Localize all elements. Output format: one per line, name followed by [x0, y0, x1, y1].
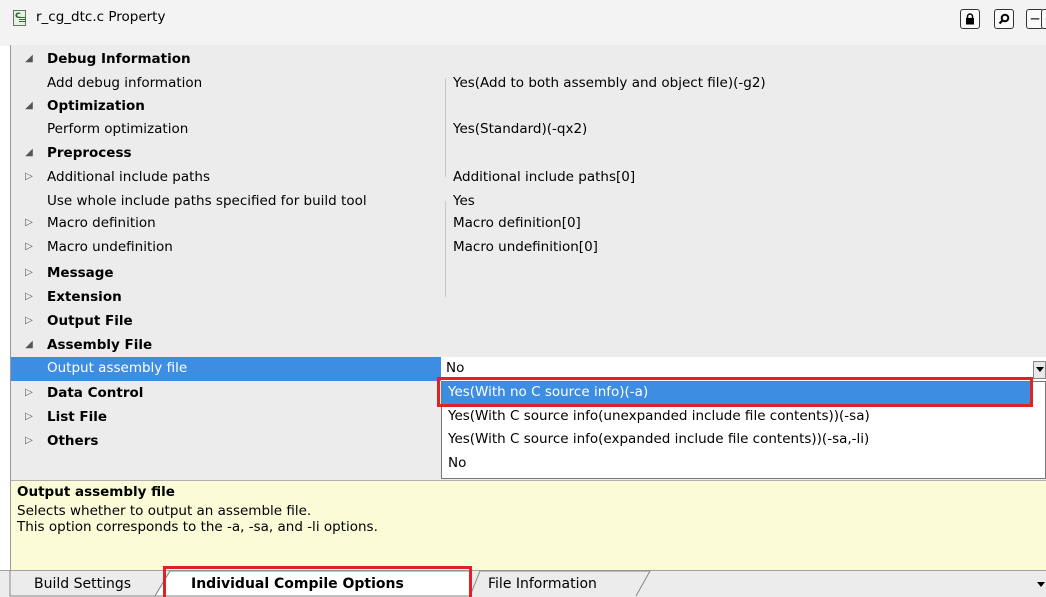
collapse-icon[interactable]: ◢ [23, 147, 35, 159]
dropdown-option[interactable]: No [448, 455, 466, 471]
category-message[interactable]: ▷ Message [11, 262, 1046, 286]
property-row-add-debug[interactable]: Add debug information Yes(Add to both as… [11, 72, 1046, 96]
expand-icon[interactable]: ▷ [23, 411, 35, 423]
lock-button[interactable] [960, 9, 980, 29]
category-extension[interactable]: ▷ Extension [11, 286, 1046, 310]
combo-dropdown-button[interactable] [1033, 361, 1046, 379]
chevron-down-icon [1036, 367, 1044, 372]
category-optimization[interactable]: ◢ Optimization [11, 95, 1046, 119]
expand-icon[interactable]: ▷ [23, 387, 35, 399]
property-row-perform-optimization[interactable]: Perform optimization Yes(Standard)(-qx2) [11, 118, 1046, 142]
tab-menu-chevron-icon[interactable] [1037, 582, 1045, 587]
minus-icon: − [1029, 11, 1041, 27]
search-button[interactable] [994, 9, 1014, 29]
lock-icon [966, 13, 974, 25]
category-output-file[interactable]: ▷ Output File [11, 310, 1046, 334]
highlight-box [163, 566, 472, 597]
property-row-macro-undefinition[interactable]: ▷ Macro undefinition Macro undefinition[… [11, 236, 1046, 260]
category-debug-information[interactable]: ◢ Debug Information [11, 48, 1046, 72]
c-file-icon: c [13, 10, 26, 26]
expand-icon[interactable]: ▷ [23, 241, 35, 253]
property-row-macro-definition[interactable]: ▷ Macro definition Macro definition[0] [11, 212, 1046, 236]
collapse-icon[interactable]: ◢ [23, 339, 35, 351]
expand-all-button[interactable]: + [1041, 9, 1046, 29]
description-text: This option corresponds to the -a, -sa, … [17, 519, 378, 535]
dropdown-option[interactable]: Yes(With C source info(unexpanded includ… [448, 408, 870, 424]
description-text: Selects whether to output an assemble fi… [17, 503, 312, 519]
property-row-output-assembly[interactable]: Output assembly file [11, 357, 442, 381]
collapse-icon[interactable]: ◢ [23, 100, 35, 112]
expand-icon[interactable]: ▷ [23, 315, 35, 327]
tab-file-information[interactable]: File Information [488, 570, 597, 597]
expand-icon[interactable]: ▷ [23, 171, 35, 183]
category-assembly-file[interactable]: ◢ Assembly File [11, 334, 1046, 358]
expand-icon[interactable]: ▷ [23, 435, 35, 447]
property-row-include-paths[interactable]: ▷ Additional include paths Additional in… [11, 166, 1046, 190]
property-row-whole-include[interactable]: Use whole include paths specified for bu… [11, 190, 1046, 214]
search-icon [998, 13, 1010, 25]
window-title: r_cg_dtc.c Property [36, 9, 166, 25]
expand-icon[interactable]: ▷ [23, 267, 35, 279]
category-preprocess[interactable]: ◢ Preprocess [11, 142, 1046, 166]
expand-icon[interactable]: ▷ [23, 291, 35, 303]
tab-build-settings[interactable]: Build Settings [34, 570, 131, 597]
collapse-icon[interactable]: ◢ [23, 53, 35, 65]
output-assembly-value: No [446, 360, 465, 376]
description-title: Output assembly file [17, 484, 175, 500]
dropdown-option[interactable]: Yes(With C source info(expanded include … [448, 431, 869, 447]
highlight-box [437, 377, 1033, 407]
expand-icon[interactable]: ▷ [23, 217, 35, 229]
